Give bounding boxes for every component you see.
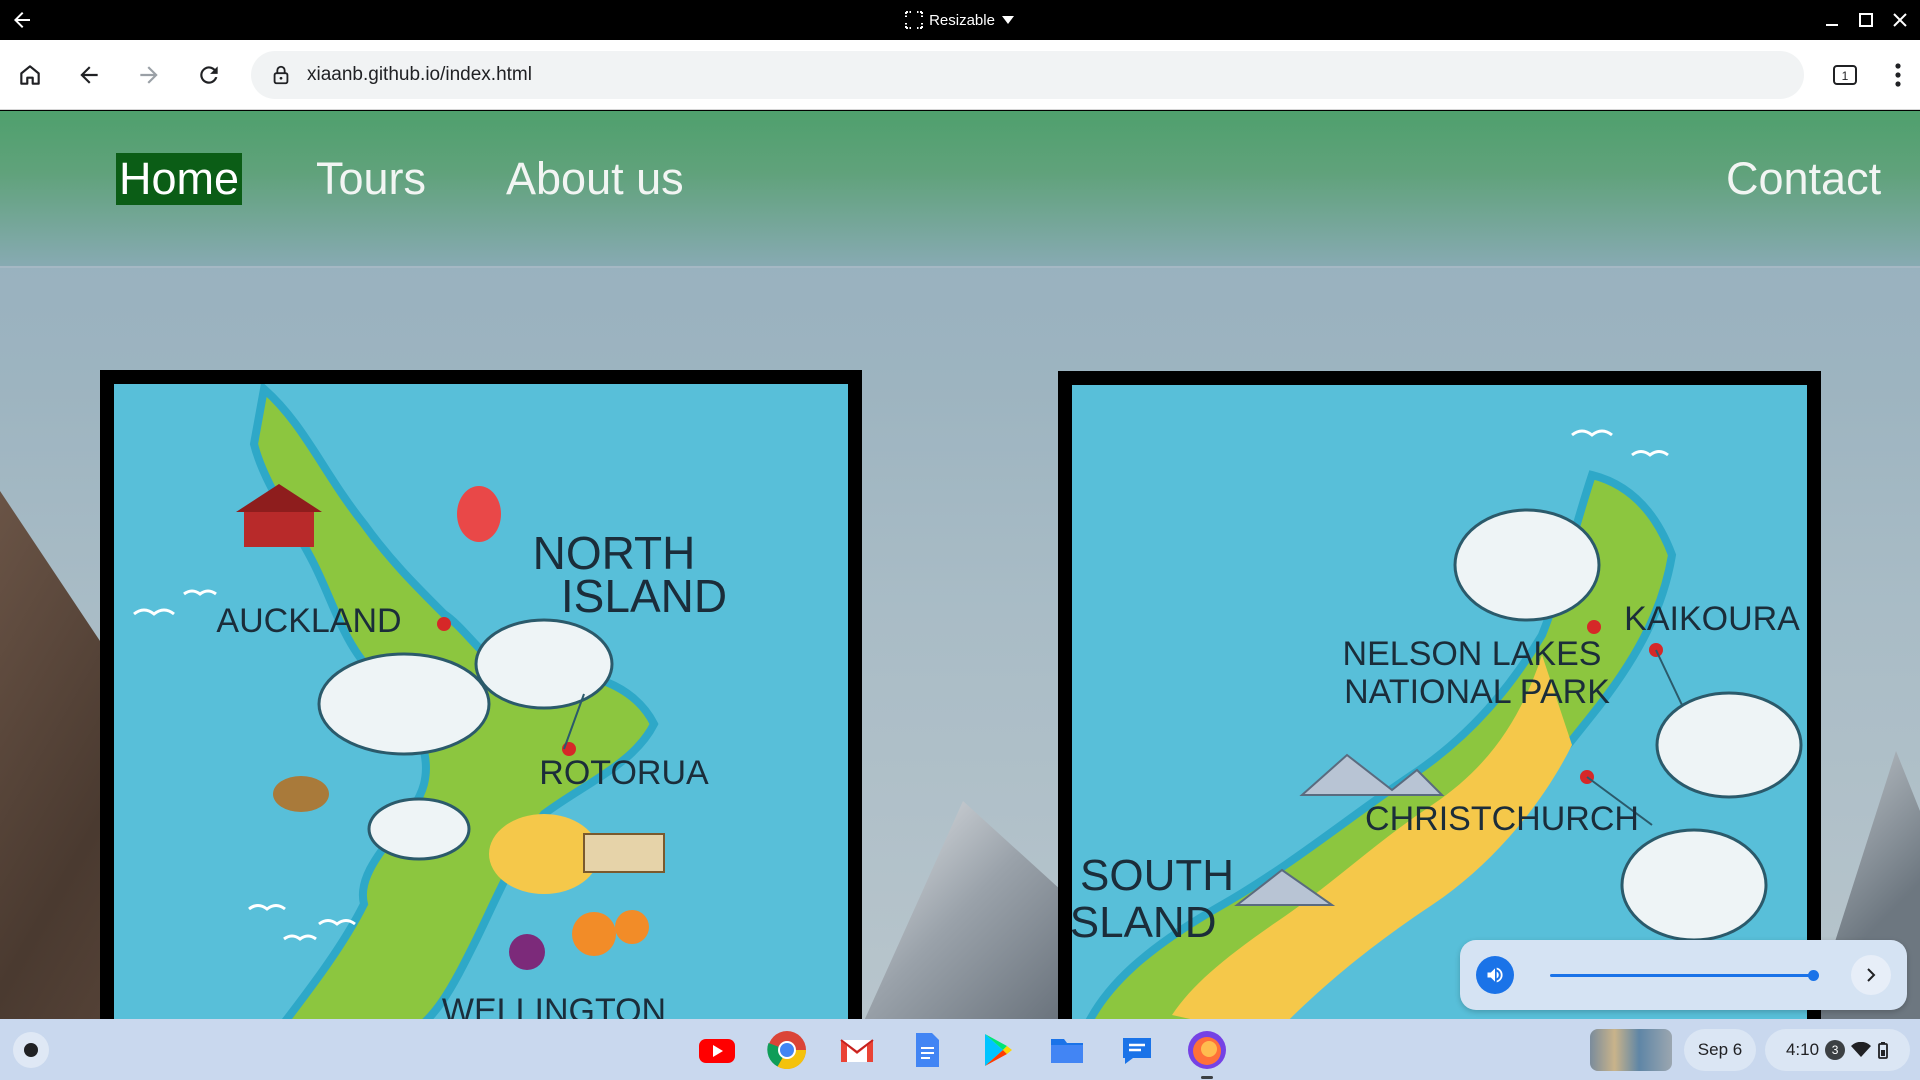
messages-icon[interactable] <box>1114 1027 1160 1073</box>
url-text: xiaanb.github.io/index.html <box>307 64 532 85</box>
nav-about-link[interactable]: About us <box>503 153 687 205</box>
seagull-icon <box>133 589 356 941</box>
reload-icon[interactable] <box>191 57 227 93</box>
south-heading-line2: ISLAND <box>1072 898 1216 947</box>
chevron-right-icon[interactable] <box>1851 955 1891 995</box>
time-text: 4:10 <box>1785 1040 1820 1059</box>
place-label-rotorua: ROTORUA <box>539 754 709 792</box>
window-mode-label: Resizable <box>929 11 995 29</box>
tab-count: 1 <box>1842 69 1849 83</box>
launcher-button[interactable] <box>13 1032 49 1068</box>
site-navbar: Home Tours About us Contact <box>0 111 1920 268</box>
notification-count-badge: 3 <box>1825 1040 1846 1060</box>
web-page: Home Tours About us Contact NORTH ISLAND… <box>0 111 1920 1019</box>
chrome-icon[interactable] <box>764 1027 810 1073</box>
back-icon[interactable] <box>71 57 107 93</box>
browser-toolbar: xiaanb.github.io/index.html 1 <box>0 40 1920 110</box>
seagull-icon <box>1571 429 1669 457</box>
window-titlebar: Resizable <box>0 0 1920 40</box>
date-text: Sep 6 <box>1697 1040 1743 1059</box>
resize-icon <box>905 11 924 29</box>
south-heading-line1: SOUTH <box>1080 851 1234 900</box>
nav-tours-link[interactable]: Tours <box>313 153 429 205</box>
address-bar[interactable]: xiaanb.github.io/index.html <box>251 51 1804 99</box>
maximize-icon[interactable] <box>1852 6 1880 34</box>
os-shelf: Sep 6 4:10 3 <box>0 1019 1920 1080</box>
shelf-apps <box>694 1027 1230 1079</box>
north-island-map[interactable]: NORTH ISLAND AUCKLAND ROTORUA WELLINGTON <box>100 370 862 1019</box>
play-store-icon[interactable] <box>974 1027 1020 1073</box>
place-label-christchurch: CHRISTCHURCH <box>1365 800 1639 838</box>
wifi-icon <box>1851 1042 1872 1057</box>
volume-slider-popup <box>1460 940 1907 1010</box>
north-island-illustration: NORTH ISLAND AUCKLAND ROTORUA WELLINGTON <box>133 384 727 1019</box>
firefox-icon[interactable] <box>1184 1027 1230 1079</box>
files-icon[interactable] <box>1044 1027 1090 1073</box>
volume-icon[interactable] <box>1476 956 1514 994</box>
home-icon[interactable] <box>12 57 48 93</box>
window-mode-selector[interactable]: Resizable <box>0 0 1920 40</box>
docs-icon[interactable] <box>904 1027 950 1073</box>
more-menu-icon[interactable] <box>1880 57 1916 93</box>
place-label-nelson-line1: NELSON LAKES <box>1343 635 1602 673</box>
place-label-kaikoura: KAIKOURA <box>1624 600 1800 638</box>
volume-slider-track[interactable] <box>1550 974 1814 977</box>
place-label-auckland: AUCKLAND <box>216 602 401 640</box>
date-tray[interactable]: Sep 6 <box>1684 1029 1756 1071</box>
status-tray[interactable]: 4:10 3 <box>1765 1029 1910 1071</box>
place-label-nelson-line2: NATIONAL PARK <box>1344 673 1610 711</box>
south-island-map[interactable]: NELSON LAKES NATIONAL PARK KAIKOURA CHRI… <box>1058 371 1821 1019</box>
dropdown-arrow-icon <box>1001 16 1014 24</box>
close-icon[interactable] <box>1886 6 1914 34</box>
battery-icon <box>1878 1042 1888 1059</box>
nav-home-link[interactable]: Home <box>116 153 243 205</box>
tab-switcher-button[interactable]: 1 <box>1827 57 1863 93</box>
youtube-icon[interactable] <box>694 1027 740 1073</box>
nav-contact-link[interactable]: Contact <box>1723 153 1884 205</box>
place-label-wellington: WELLINGTON <box>442 992 666 1019</box>
screen-capture-thumbnail[interactable] <box>1590 1029 1672 1071</box>
forward-icon[interactable] <box>131 57 167 93</box>
minimize-icon[interactable] <box>1818 6 1846 34</box>
gmail-icon[interactable] <box>834 1027 880 1073</box>
volume-slider-thumb[interactable] <box>1808 970 1819 981</box>
lock-icon[interactable] <box>257 64 305 86</box>
north-heading-line2: ISLAND <box>561 570 727 622</box>
south-island-illustration: NELSON LAKES NATIONAL PARK KAIKOURA CHRI… <box>1072 429 1803 1019</box>
